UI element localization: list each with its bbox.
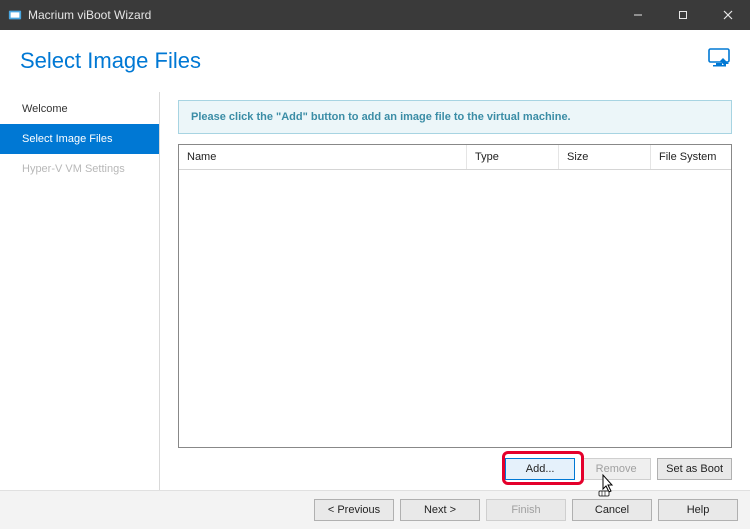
- column-header-type[interactable]: Type: [467, 145, 559, 169]
- column-header-file-system[interactable]: File System: [651, 145, 731, 169]
- page-title: Select Image Files: [20, 48, 708, 74]
- sidebar-item-select-image-files[interactable]: Select Image Files: [0, 124, 159, 154]
- sidebar-item-hyperv-settings: Hyper-V VM Settings: [0, 154, 159, 184]
- cancel-button[interactable]: Cancel: [572, 499, 652, 521]
- app-icon: [8, 8, 22, 22]
- close-button[interactable]: [705, 0, 750, 30]
- wizard-steps-sidebar: Welcome Select Image Files Hyper-V VM Se…: [0, 92, 160, 490]
- window-title: Macrium viBoot Wizard: [28, 8, 615, 22]
- finish-button: Finish: [486, 499, 566, 521]
- previous-button[interactable]: < Previous: [314, 499, 394, 521]
- main-panel: Please click the "Add" button to add an …: [160, 92, 750, 490]
- column-header-name[interactable]: Name: [179, 145, 467, 169]
- add-button[interactable]: Add...: [505, 458, 575, 480]
- minimize-button[interactable]: [615, 0, 660, 30]
- maximize-button[interactable]: [660, 0, 705, 30]
- table-header: Name Type Size File System: [179, 145, 731, 170]
- wizard-footer: < Previous Next > Finish Cancel Help: [0, 491, 750, 529]
- sidebar-item-welcome[interactable]: Welcome: [0, 94, 159, 124]
- column-header-size[interactable]: Size: [559, 145, 651, 169]
- monitor-icon: [708, 48, 732, 68]
- set-as-boot-button[interactable]: Set as Boot: [657, 458, 732, 480]
- info-message: Please click the "Add" button to add an …: [178, 100, 732, 134]
- image-files-table: Name Type Size File System: [178, 144, 732, 448]
- wizard-header: Select Image Files: [0, 30, 750, 92]
- table-actions: Add... Remove Set as Boot: [178, 448, 732, 482]
- remove-button: Remove: [581, 458, 651, 480]
- title-bar: Macrium viBoot Wizard: [0, 0, 750, 30]
- table-body: [179, 170, 731, 447]
- next-button[interactable]: Next >: [400, 499, 480, 521]
- help-button[interactable]: Help: [658, 499, 738, 521]
